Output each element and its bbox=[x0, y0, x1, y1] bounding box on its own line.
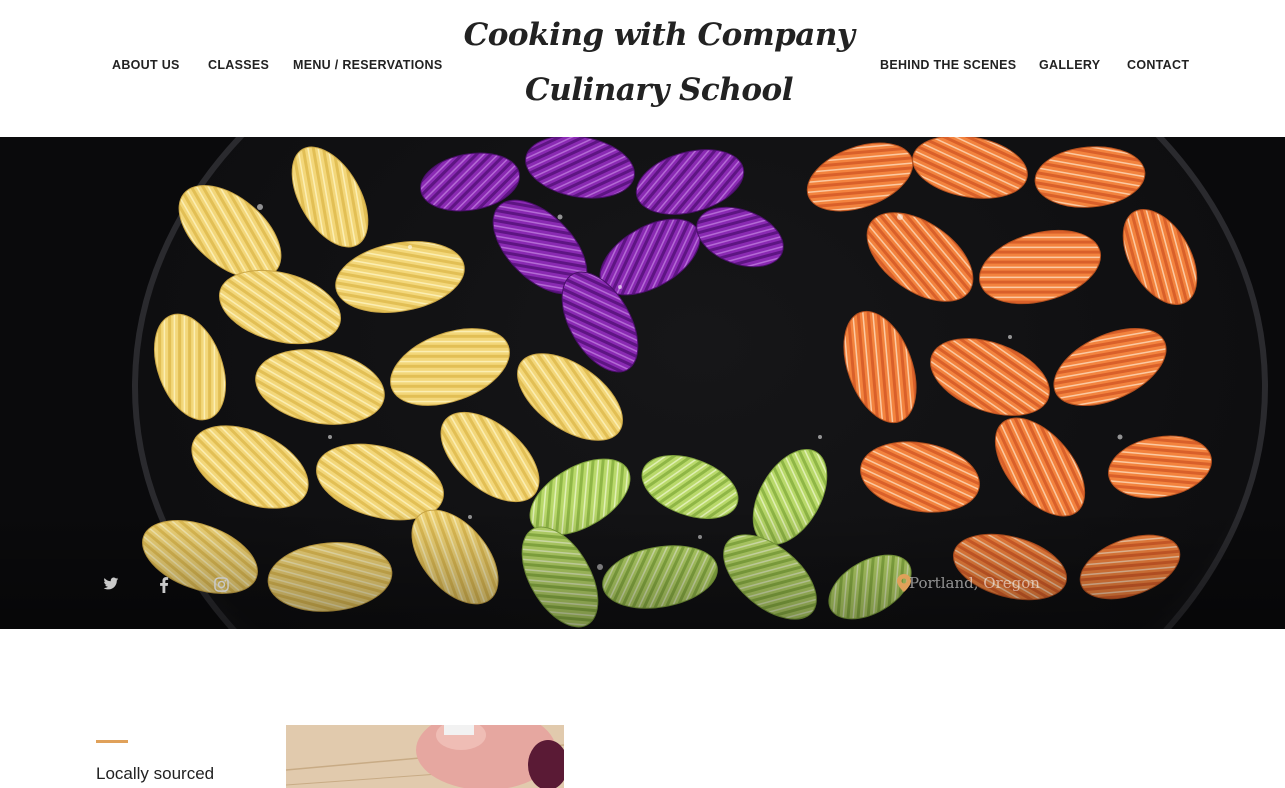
nav-behind-the-scenes[interactable]: BEHIND THE SCENES bbox=[880, 58, 1016, 72]
site-header: ABOUT US CLASSES MENU / RESERVATIONS Coo… bbox=[0, 0, 1285, 137]
site-title-line-2: Culinary School bbox=[525, 72, 793, 108]
location-info: Portland, Oregon bbox=[897, 574, 1040, 592]
site-title-line-1: Cooking with Company bbox=[463, 17, 855, 53]
feature-title: Locally sourced bbox=[96, 764, 215, 783]
location-label: Portland, Oregon bbox=[909, 574, 1040, 592]
accent-divider bbox=[96, 740, 128, 743]
hero-image bbox=[0, 137, 1285, 629]
nav-about-us[interactable]: ABOUT US bbox=[112, 58, 180, 72]
feature-image bbox=[286, 725, 564, 788]
twitter-icon[interactable] bbox=[103, 577, 125, 599]
nav-classes[interactable]: CLASSES bbox=[208, 58, 269, 72]
nav-gallery[interactable]: GALLERY bbox=[1039, 58, 1100, 72]
facebook-icon[interactable] bbox=[159, 577, 181, 599]
hero-banner: Portland, Oregon bbox=[0, 137, 1285, 629]
instagram-icon[interactable] bbox=[214, 577, 236, 599]
nav-menu-reservations[interactable]: MENU / RESERVATIONS bbox=[293, 58, 442, 72]
nav-contact[interactable]: CONTACT bbox=[1127, 58, 1189, 72]
site-logo[interactable]: Cooking with Company Culinary School bbox=[460, 8, 858, 118]
